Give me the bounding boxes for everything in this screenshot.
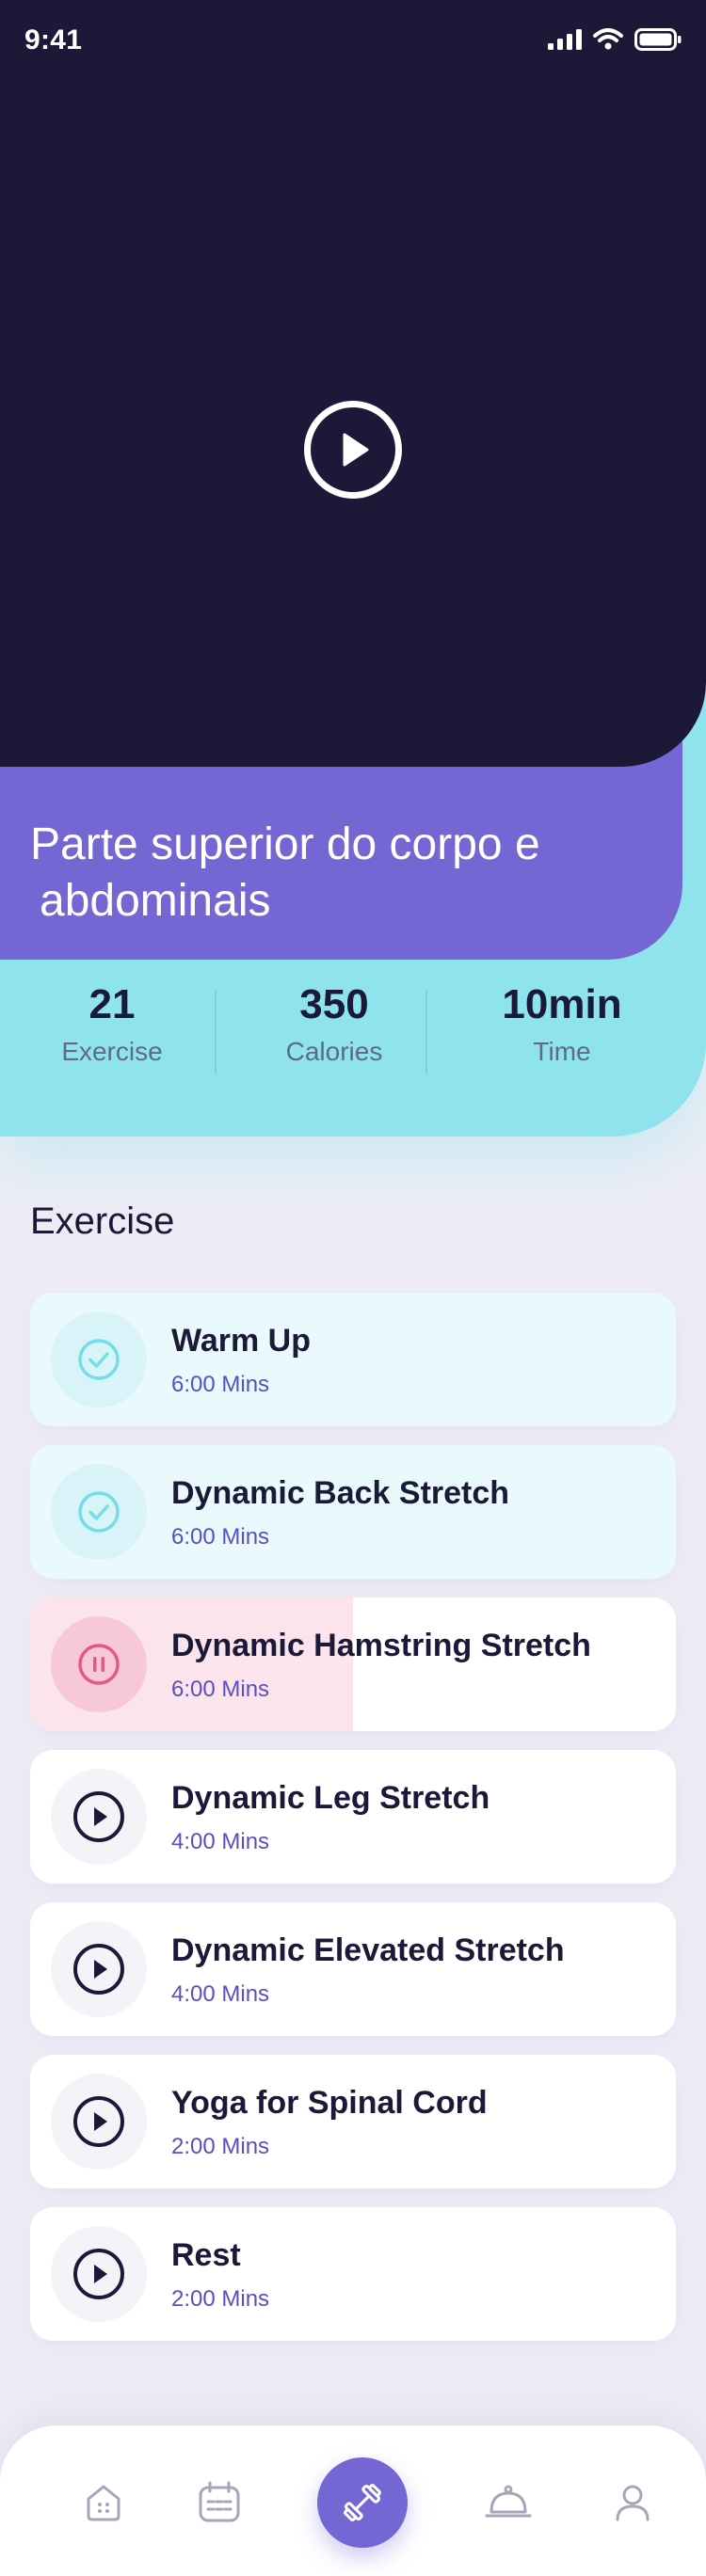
wifi-icon — [593, 28, 623, 50]
section-title: Exercise — [30, 1201, 175, 1242]
profile-icon — [616, 2485, 650, 2521]
video-player[interactable]: 9:41 — [0, 0, 706, 767]
tab-profile[interactable] — [602, 2473, 663, 2533]
stat-divider — [215, 990, 217, 1074]
exercise-item-dynamic-hamstring-stretch[interactable]: Dynamic Hamstring Stretch 6:00 Mins — [30, 1598, 676, 1731]
exercise-name: Dynamic Back Stretch — [171, 1475, 510, 1511]
tab-meals[interactable] — [478, 2473, 538, 2533]
status-bar: 9:41 — [0, 0, 706, 83]
exercise-name: Warm Up — [171, 1323, 311, 1359]
stat-value: 10min — [502, 981, 622, 1027]
stat-label: Calories — [285, 1037, 383, 1066]
exercise-play-button[interactable] — [51, 1921, 147, 2017]
exercise-status-button[interactable] — [51, 1616, 147, 1712]
exercise-duration: 4:00 Mins — [171, 1829, 270, 1854]
exercise-item-rest[interactable]: Rest 2:00 Mins — [30, 2207, 676, 2341]
workout-title-line1: Parte superior do corpo e — [30, 819, 540, 869]
bottom-tab-bar — [0, 2425, 706, 2576]
play-icon — [73, 2249, 124, 2299]
exercise-status-button[interactable] — [51, 1312, 147, 1407]
workout-title: Parte superior do corpo e abdominais — [30, 817, 633, 930]
tab-home[interactable] — [73, 2473, 134, 2533]
exercise-name: Dynamic Hamstring Stretch — [171, 1628, 591, 1663]
stat-divider — [425, 990, 427, 1074]
home-icon — [87, 2485, 120, 2521]
workout-hero: 9:41 Parte superior do corpo e abdominai… — [0, 0, 706, 1138]
play-icon — [343, 433, 369, 467]
exercise-item-dynamic-elevated-stretch[interactable]: Dynamic Elevated Stretch 4:00 Mins — [30, 1902, 676, 2036]
signal-icon — [548, 29, 582, 50]
exercise-status-button[interactable] — [51, 1464, 147, 1560]
battery-icon — [634, 28, 682, 51]
stat-value: 21 — [88, 981, 136, 1027]
play-icon — [73, 1944, 124, 1995]
exercise-play-button[interactable] — [51, 1769, 147, 1865]
pause-icon — [78, 1644, 120, 1685]
exercise-duration: 4:00 Mins — [171, 1981, 270, 2007]
exercise-name: Dynamic Leg Stretch — [171, 1780, 490, 1816]
stat-exercise: 21 Exercise — [4, 978, 220, 1082]
stats-row: 21 Exercise 350 Calories 10min Time — [0, 978, 706, 1082]
exercise-item-warm-up[interactable]: Warm Up 6:00 Mins — [30, 1293, 676, 1426]
exercise-play-button[interactable] — [51, 2226, 147, 2322]
check-icon — [78, 1339, 120, 1380]
exercise-name: Yoga for Spinal Cord — [171, 2085, 488, 2121]
cloche-icon — [485, 2485, 532, 2518]
tab-workout[interactable] — [317, 2457, 408, 2548]
dumbbell-icon — [344, 2484, 381, 2521]
stat-calories: 350 Calories — [226, 978, 442, 1082]
exercise-duration: 6:00 Mins — [171, 1372, 270, 1397]
check-icon — [78, 1491, 120, 1533]
exercise-duration: 6:00 Mins — [171, 1677, 270, 1702]
exercise-name: Dynamic Elevated Stretch — [171, 1932, 565, 1968]
play-icon — [73, 2096, 124, 2147]
exercise-item-dynamic-back-stretch[interactable]: Dynamic Back Stretch 6:00 Mins — [30, 1445, 676, 1579]
stat-time: 10min Time — [454, 978, 670, 1082]
exercise-item-yoga-for-spinal-cord[interactable]: Yoga for Spinal Cord 2:00 Mins — [30, 2055, 676, 2188]
exercise-list: Warm Up 6:00 Mins Dynamic Back Stretch 6… — [30, 1293, 676, 2360]
exercise-name: Rest — [171, 2237, 241, 2273]
exercise-duration: 2:00 Mins — [171, 2286, 270, 2312]
video-play-button[interactable] — [304, 401, 402, 499]
exercise-item-dynamic-leg-stretch[interactable]: Dynamic Leg Stretch 4:00 Mins — [30, 1750, 676, 1884]
exercise-play-button[interactable] — [51, 2074, 147, 2170]
play-icon — [73, 1791, 124, 1842]
status-icons — [548, 28, 682, 51]
exercise-duration: 6:00 Mins — [171, 1524, 270, 1550]
stat-label: Time — [533, 1037, 591, 1066]
calendar-icon — [199, 2481, 240, 2522]
stat-value: 350 — [299, 981, 369, 1027]
stat-label: Exercise — [61, 1037, 163, 1066]
workout-title-line2: abdominais — [40, 876, 271, 926]
tab-calendar[interactable] — [189, 2473, 249, 2533]
exercise-duration: 2:00 Mins — [171, 2134, 270, 2159]
status-time: 9:41 — [24, 24, 83, 56]
